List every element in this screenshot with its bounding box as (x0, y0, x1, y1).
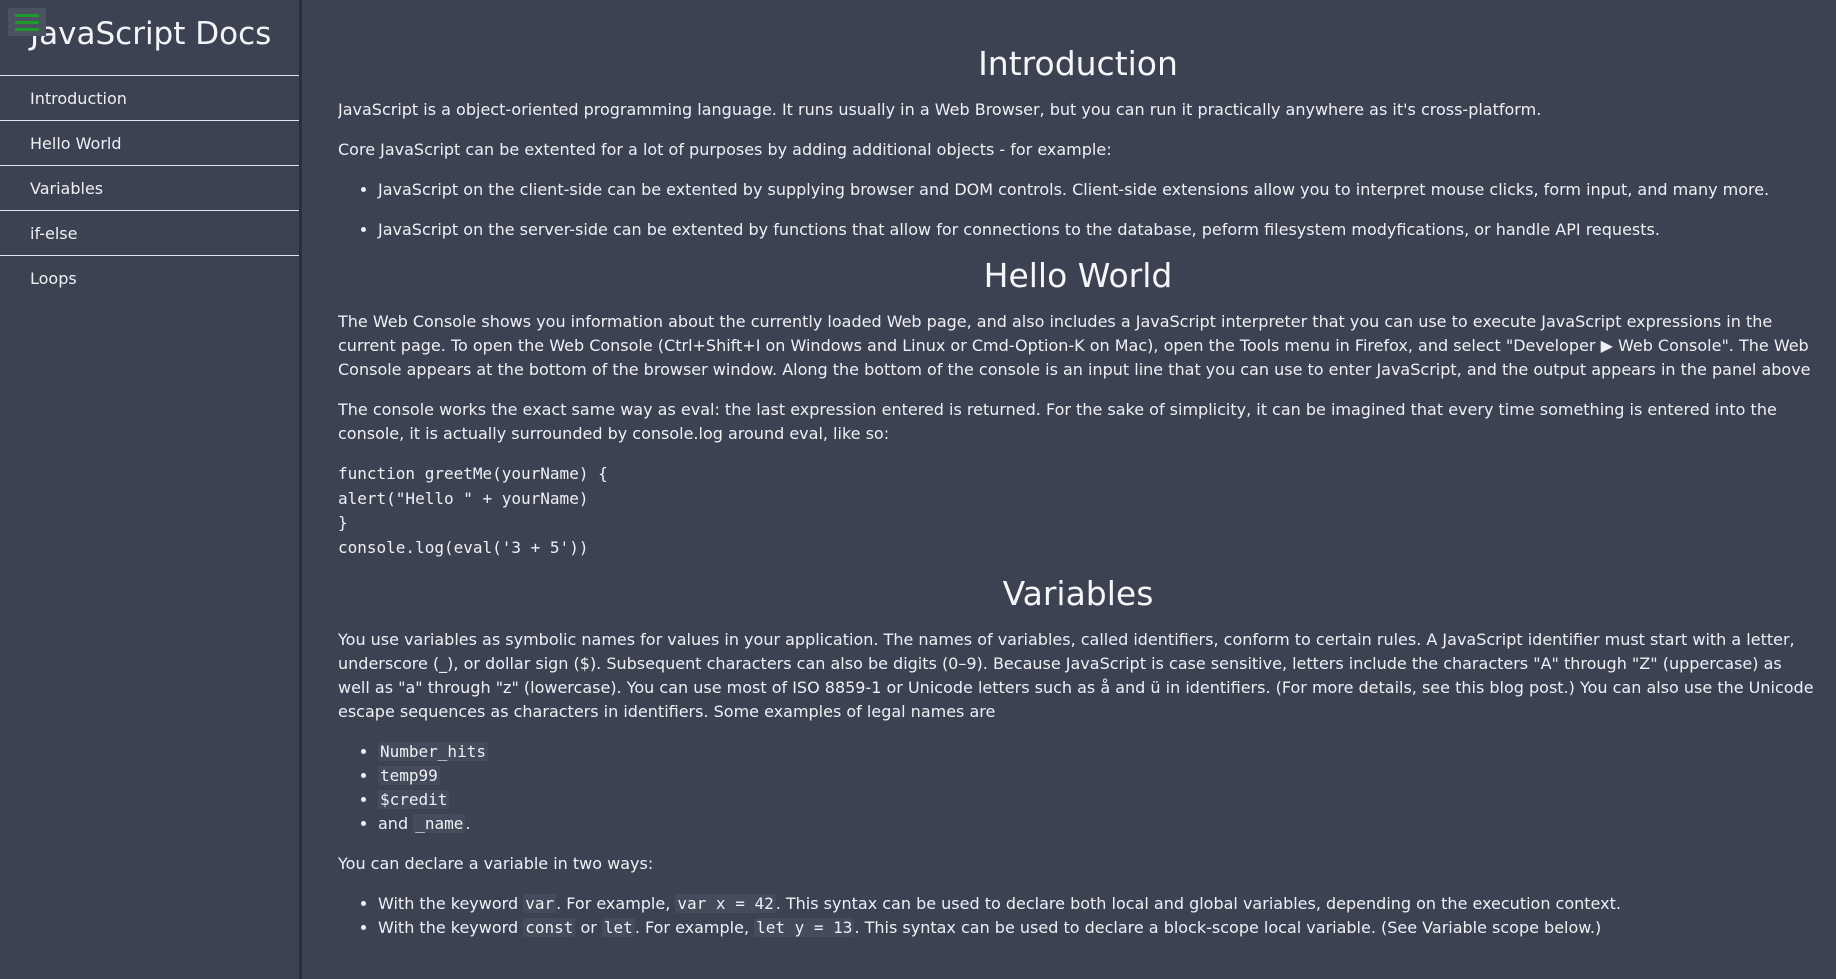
main-doc: Introduction JavaScript is a object-orie… (338, 0, 1818, 979)
text: . For example, (634, 918, 755, 937)
text: With the keyword (378, 894, 524, 913)
identifier-examples-list: Number_hits temp99 $credit and _name. (338, 740, 1818, 836)
list-item: With the keyword const or let. For examp… (378, 916, 1818, 940)
text: With the keyword (378, 918, 524, 937)
hamburger-bar (15, 27, 39, 31)
inline-code: $credit (378, 790, 450, 809)
inline-code: let y = 13 (754, 918, 855, 937)
nav-link-loops[interactable]: Loops (0, 256, 299, 300)
text: or (575, 918, 602, 937)
text: . For example, (556, 894, 676, 913)
hamburger-icon[interactable] (8, 8, 46, 36)
paragraph: You use variables as symbolic names for … (338, 630, 1814, 721)
nav-link-variables[interactable]: Variables (0, 166, 299, 211)
text: and (378, 814, 414, 833)
section-title: Introduction (978, 44, 1178, 83)
nav-link-introduction[interactable]: Introduction (0, 76, 299, 121)
extension-list: JavaScript on the client-side can be ext… (338, 178, 1818, 242)
list-item: Number_hits (378, 740, 1818, 764)
list-item: and _name. (378, 812, 1818, 836)
text: . (465, 814, 471, 833)
declaration-list: With the keyword var. For example, var x… (338, 892, 1818, 940)
navbar: JavaScript Docs Introduction Hello World… (0, 0, 302, 979)
paragraph: The console works the exact same way as … (338, 400, 1777, 443)
text: . This syntax can be used to declare bot… (775, 894, 1621, 913)
section-hello-world: Hello World The Web Console shows you in… (338, 256, 1818, 560)
inline-code: const (523, 918, 576, 937)
section-title: Variables (1002, 574, 1154, 613)
section-variables: Variables You use variables as symbolic … (338, 574, 1818, 940)
list-item: With the keyword var. For example, var x… (378, 892, 1818, 916)
inline-code: let (601, 918, 635, 937)
hamburger-bar (15, 20, 39, 24)
list-item: $credit (378, 788, 1818, 812)
code-block: function greetMe(yourName) { alert("Hell… (338, 464, 608, 557)
nav-link-hello-world[interactable]: Hello World (0, 121, 299, 166)
nav-list: Introduction Hello World Variables if-el… (0, 76, 299, 300)
section-introduction: Introduction JavaScript is a object-orie… (338, 0, 1818, 242)
paragraph: Core JavaScript can be extented for a lo… (338, 140, 1112, 159)
inline-code: var x = 42 (675, 894, 776, 913)
inline-code: Number_hits (378, 742, 488, 761)
list-item: temp99 (378, 764, 1818, 788)
list-item: JavaScript on the server-side can be ext… (378, 218, 1818, 242)
inline-code: _name (413, 814, 466, 833)
paragraph: You can declare a variable in two ways: (338, 854, 654, 873)
hamburger-bar (15, 13, 39, 17)
text: . This syntax can be used to declare a b… (854, 918, 1602, 937)
list-item: JavaScript on the client-side can be ext… (378, 178, 1818, 202)
section-title: Hello World (983, 256, 1173, 295)
nav-link-if-else[interactable]: if-else (0, 211, 299, 256)
paragraph: JavaScript is a object-oriented programm… (338, 100, 1542, 119)
paragraph: The Web Console shows you information ab… (338, 312, 1811, 379)
inline-code: var (523, 894, 557, 913)
inline-code: temp99 (378, 766, 440, 785)
